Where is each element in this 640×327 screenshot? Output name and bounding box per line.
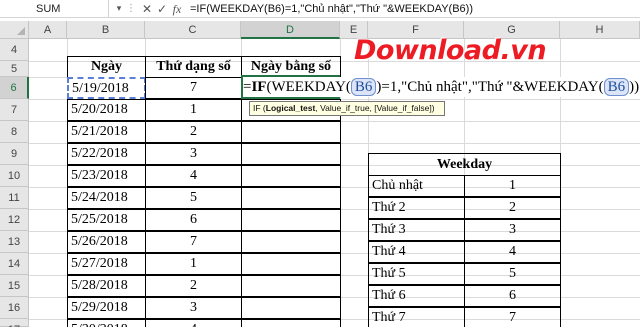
formula-ref-b6: B6 (603, 78, 630, 96)
cell-d16[interactable] (241, 297, 341, 319)
download-vn-logo: Download.vn (340, 33, 636, 73)
cell-b14[interactable]: 5/27/2018 (67, 253, 146, 275)
cell-b11[interactable]: 5/24/2018 (67, 187, 146, 209)
cell-c8[interactable]: 2 (145, 121, 242, 143)
column-header-c[interactable]: C (145, 21, 241, 39)
tooltip-args: , Value_if_true, [Value_if_false]) (315, 103, 435, 113)
in-cell-formula[interactable]: =IF(WEEKDAY(B6)=1,"Chủ nhật","Thứ "&WEEK… (243, 77, 640, 97)
header-ngay[interactable]: Ngày (67, 56, 146, 78)
row-header-9[interactable]: 9 (0, 143, 29, 165)
cell-c16[interactable]: 3 (145, 297, 242, 319)
name-box[interactable]: SUM (0, 0, 109, 18)
cell-c15[interactable]: 2 (145, 275, 242, 297)
function-tooltip[interactable]: IF (Logical_test, Value_if_true, [Value_… (249, 101, 445, 116)
weekday-number-cell[interactable]: 5 (464, 263, 561, 285)
formula-part: )) (629, 79, 640, 95)
tooltip-function: IF ( (253, 103, 266, 113)
cell-c13[interactable]: 7 (145, 231, 242, 253)
formula-function-if: IF (251, 79, 267, 95)
tooltip-arg-logical-test[interactable]: Logical_test (266, 103, 316, 113)
cell-d12[interactable] (241, 209, 341, 231)
row-header-8[interactable]: 8 (0, 121, 29, 143)
row-header-12[interactable]: 12 (0, 209, 29, 231)
cancel-icon[interactable]: ✕ (140, 0, 154, 18)
cell-b6[interactable]: 5/19/2018 (67, 77, 146, 99)
enter-icon[interactable]: ✓ (155, 0, 169, 18)
row-header-10[interactable]: 10 (0, 165, 29, 187)
weekday-number-cell[interactable]: 3 (464, 219, 561, 241)
row-header-6[interactable]: 6 (0, 77, 29, 99)
row-header-16[interactable]: 16 (0, 297, 29, 319)
select-all-button[interactable] (0, 21, 29, 39)
formula-ref-b6: B6 (350, 78, 377, 96)
column-header-d[interactable]: D (241, 21, 340, 39)
row-header-4[interactable]: 4 (0, 39, 29, 61)
cell-b12[interactable]: 5/25/2018 (67, 209, 146, 231)
weekday-number-cell[interactable]: 4 (464, 241, 561, 263)
weekday-name-cell[interactable]: Thứ 5 (368, 263, 465, 285)
formula-input[interactable]: =IF(WEEKDAY(B6)=1,"Chủ nhật","Thứ "&WEEK… (186, 0, 640, 18)
cell-c12[interactable]: 6 (145, 209, 242, 231)
row-header-13[interactable]: 13 (0, 231, 29, 253)
chevron-down-icon[interactable]: ▾ (112, 0, 126, 18)
formula-bar: SUM ▾ ⋮ ✕ ✓ fx =IF(WEEKDAY(B6)=1,"Chủ nh… (0, 0, 640, 18)
cell-b7[interactable]: 5/20/2018 (67, 99, 146, 121)
cell-c6[interactable]: 7 (145, 77, 242, 99)
cell-d8[interactable] (241, 121, 341, 143)
weekday-number-cell[interactable]: 2 (464, 197, 561, 219)
cell-b9[interactable]: 5/22/2018 (67, 143, 146, 165)
weekday-number-cell[interactable]: 1 (464, 175, 561, 197)
cell-c10[interactable]: 4 (145, 165, 242, 187)
cell-b8[interactable]: 5/21/2018 (67, 121, 146, 143)
cell-d15[interactable] (241, 275, 341, 297)
cell-c14[interactable]: 1 (145, 253, 242, 275)
formula-part: )=1,"Chủ nhật","Thứ "&WEEKDAY( (376, 79, 604, 95)
weekday-name-cell[interactable]: Thứ 6 (368, 285, 465, 307)
cell-d11[interactable] (241, 187, 341, 209)
row-header-17[interactable]: 17 (0, 319, 29, 327)
cell-c17[interactable]: 4 (145, 319, 242, 327)
row-header-5[interactable]: 5 (0, 61, 29, 77)
cell-c11[interactable]: 5 (145, 187, 242, 209)
formula-part: (WEEKDAY( (266, 79, 351, 95)
weekday-name-cell[interactable]: Thứ 3 (368, 219, 465, 241)
drag-handle-icon[interactable]: ⋮ (126, 0, 136, 18)
weekday-name-cell[interactable]: Chủ nhật (368, 175, 465, 197)
cell-b17[interactable]: 5/30/2018 (67, 319, 146, 327)
weekday-name-cell[interactable]: Thứ 4 (368, 241, 465, 263)
cell-b16[interactable]: 5/29/2018 (67, 297, 146, 319)
weekday-number-cell[interactable]: 7 (464, 307, 561, 327)
header-thu-dang-so[interactable]: Thứ dạng số (145, 56, 242, 78)
row-header-14[interactable]: 14 (0, 253, 29, 275)
weekday-number-cell[interactable]: 6 (464, 285, 561, 307)
cell-d14[interactable] (241, 253, 341, 275)
cell-c9[interactable]: 3 (145, 143, 242, 165)
weekday-name-cell[interactable]: Thứ 7 (368, 307, 465, 327)
logo-text: Download.vn (354, 35, 547, 66)
cell-c7[interactable]: 1 (145, 99, 242, 121)
cell-b13[interactable]: 5/26/2018 (67, 231, 146, 253)
cell-d17[interactable] (241, 319, 341, 327)
row-header-15[interactable]: 15 (0, 275, 29, 297)
weekday-table-title[interactable]: Weekday (368, 153, 561, 176)
insert-function-icon[interactable]: fx (169, 0, 185, 18)
column-header-b[interactable]: B (67, 21, 145, 39)
cell-b10[interactable]: 5/23/2018 (67, 165, 146, 187)
weekday-name-cell[interactable]: Thứ 2 (368, 197, 465, 219)
cell-d13[interactable] (241, 231, 341, 253)
logo-tld: .vn (500, 35, 547, 66)
cell-b15[interactable]: 5/28/2018 (67, 275, 146, 297)
cell-d9[interactable] (241, 143, 341, 165)
cell-d10[interactable] (241, 165, 341, 187)
column-header-a[interactable]: A (29, 21, 67, 39)
row-header-7[interactable]: 7 (0, 99, 29, 121)
row-header-11[interactable]: 11 (0, 187, 29, 209)
logo-word: Download (354, 35, 501, 66)
